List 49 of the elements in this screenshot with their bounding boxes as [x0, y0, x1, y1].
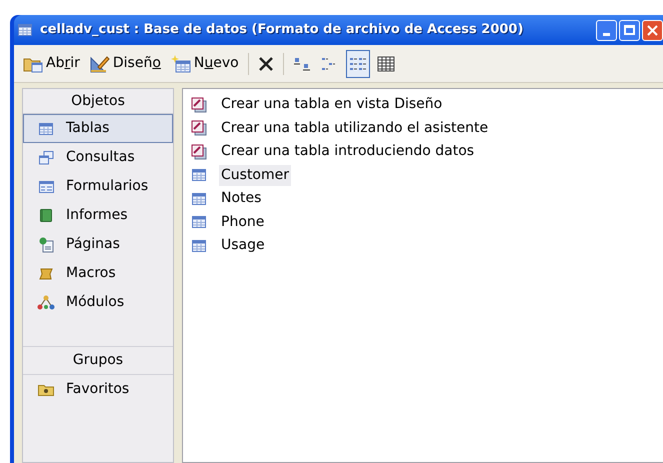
window-title: celladv_cust : Base de datos (Formato de archivo de Access 2000): [40, 21, 524, 40]
object-type-item[interactable]: Páginas: [23, 230, 173, 259]
object-list-item[interactable]: Phone: [219, 212, 266, 233]
folder-icon: [38, 384, 54, 396]
wizard-icon: [191, 144, 207, 160]
module-icon: [37, 294, 55, 310]
toolbar-button[interactable]: Diseño: [86, 50, 164, 78]
scroll-icon: [39, 268, 53, 280]
table-icon: [192, 192, 206, 205]
object-type-item[interactable]: Consultas: [23, 143, 173, 172]
app-icon: [18, 24, 32, 36]
new-table-icon: [170, 54, 191, 72]
object-type-item[interactable]: Informes: [23, 201, 173, 230]
object-type-item[interactable]: Tablas: [23, 114, 173, 143]
section-header: Grupos: [23, 347, 173, 375]
object-type-item[interactable]: Formularios: [23, 172, 173, 201]
object-list-item[interactable]: Customer: [219, 164, 292, 186]
list-view-icon: [348, 56, 367, 70]
object-list-item[interactable]: Crear una tabla utilizando el asistente: [219, 118, 490, 139]
query-icon: [38, 150, 54, 164]
minimize-button[interactable]: [596, 20, 617, 40]
object-type-item[interactable]: Módulos: [23, 288, 173, 317]
view-button[interactable]: [346, 50, 370, 78]
toolbar-button[interactable]: Nuevo: [168, 50, 242, 78]
table-icon: [192, 169, 206, 182]
table-icon: [192, 216, 206, 228]
group-item[interactable]: Favoritos: [23, 375, 173, 404]
details-view-icon: [376, 56, 395, 72]
wizard-icon: [191, 120, 207, 136]
maximize-button[interactable]: [619, 20, 640, 40]
report-icon: [40, 209, 52, 222]
table-icon: [192, 240, 206, 252]
toolbar-button[interactable]: Abrir: [20, 50, 83, 78]
large-icons-icon: [292, 56, 311, 70]
object-list-item[interactable]: Usage: [219, 235, 267, 256]
object-type-item[interactable]: Macros: [23, 259, 173, 288]
object-list-item[interactable]: Notes: [219, 188, 264, 210]
delete-icon: [258, 56, 274, 72]
minimize-icon: [603, 32, 610, 36]
form-icon: [38, 180, 54, 192]
maximize-icon: [624, 25, 635, 35]
ruler-pencil-icon: [90, 54, 110, 72]
wizard-icon: [191, 96, 207, 113]
table-icon: [39, 122, 53, 134]
close-icon: [647, 24, 658, 36]
object-list-item[interactable]: Crear una tabla introduciendo datos: [219, 141, 476, 162]
page-icon: [38, 236, 54, 252]
close-button[interactable]: [642, 20, 663, 40]
object-list-item[interactable]: Crear una tabla en vista Diseño: [219, 94, 444, 116]
